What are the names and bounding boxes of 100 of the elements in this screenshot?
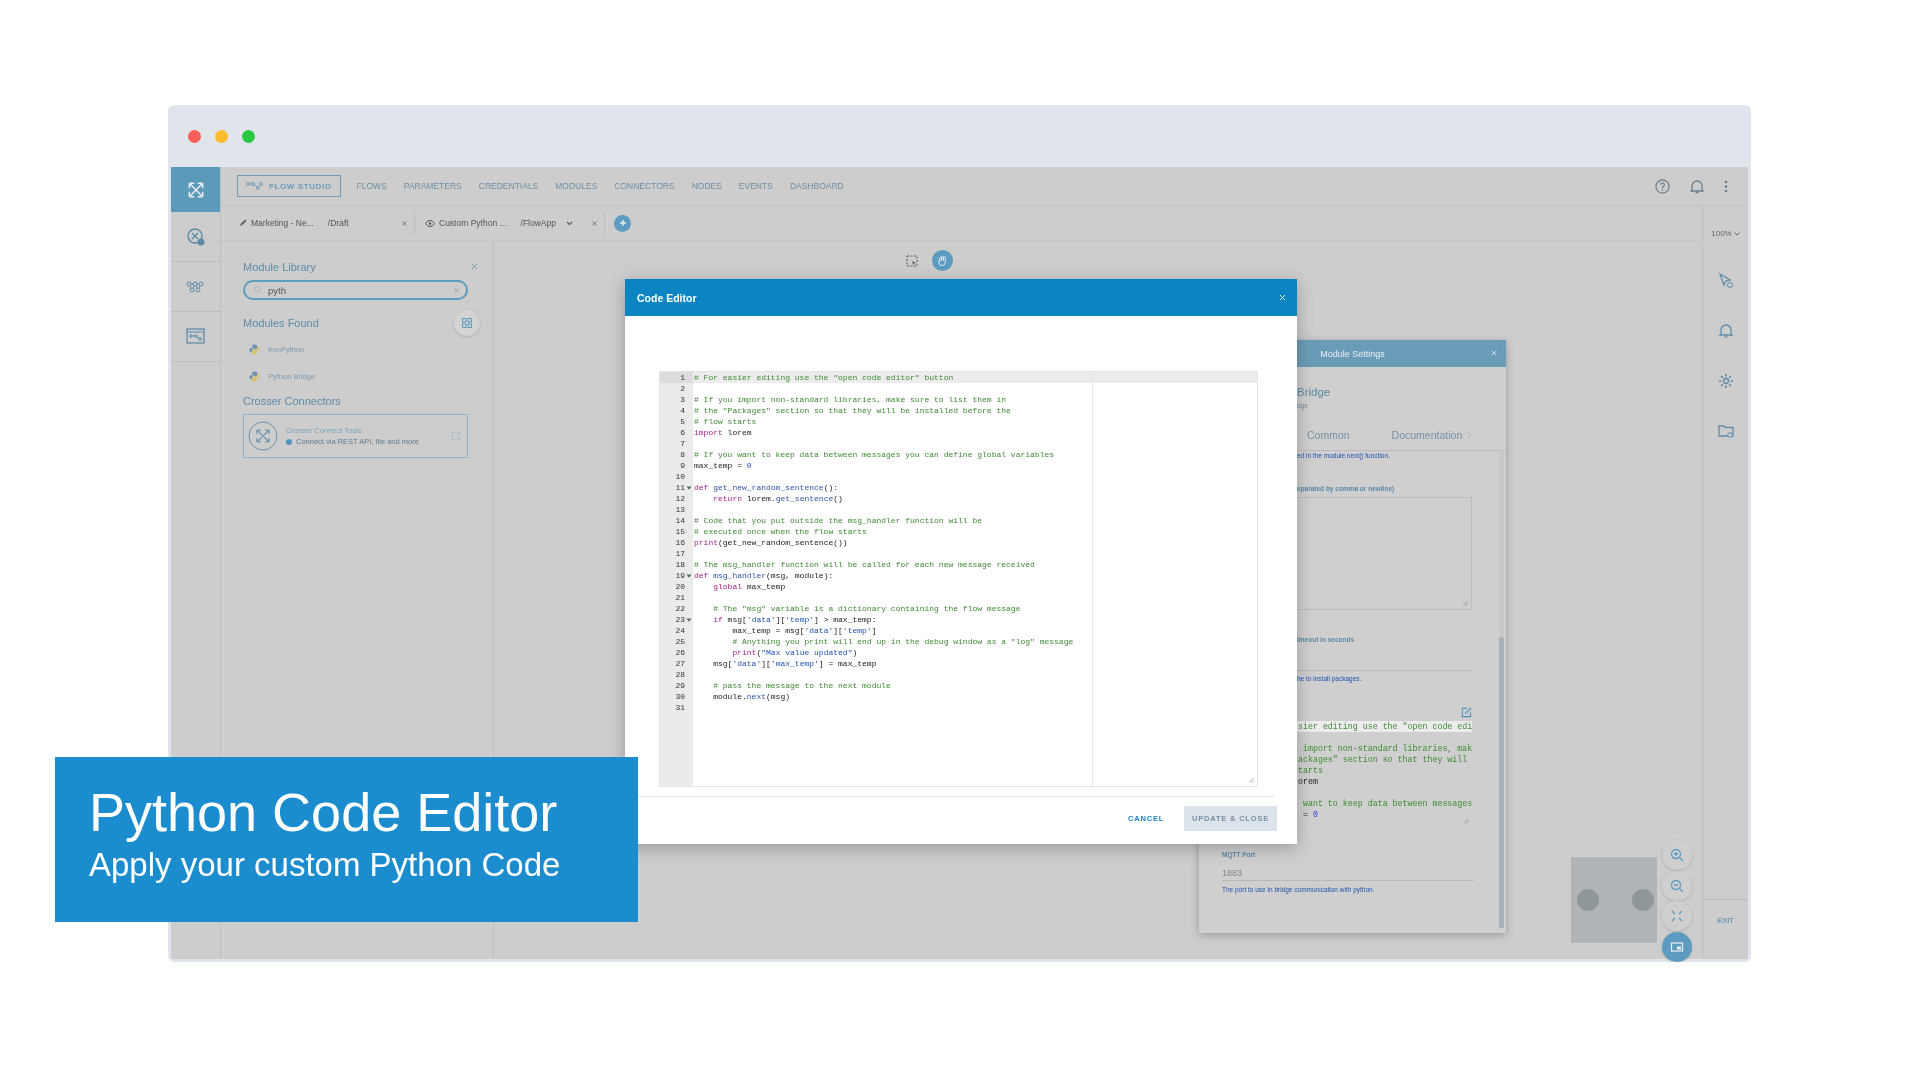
code-line: # the "Packages" section so that they will be installed before the	[693, 405, 1012, 416]
tab[interactable]: Common	[1307, 428, 1350, 441]
close-icon[interactable]	[591, 219, 598, 227]
line-number: 21	[675, 592, 685, 603]
code-field[interactable]: sier editing use the "open code edi import non-standard libraries, mak ackages" section so that they will tarts orem want to keep data between messages = 0	[1297, 721, 1472, 827]
line-number: 6	[680, 427, 685, 438]
code-line: # executed once when the flow starts	[693, 526, 868, 537]
line-number: 5	[680, 416, 685, 427]
nav-link[interactable]: PARAMETERS	[403, 181, 462, 191]
dialog-title: Code Editor	[637, 291, 697, 304]
close-icon[interactable]	[401, 219, 408, 227]
edit-icon[interactable]	[1461, 707, 1472, 718]
python-icon	[249, 344, 260, 355]
line-number: 29	[675, 680, 685, 691]
nav-link[interactable]: NODES	[691, 181, 722, 191]
fit-view-icon	[1670, 909, 1684, 923]
notifications-icon[interactable]	[1716, 322, 1735, 340]
line-number: 20	[675, 581, 685, 592]
pan-tool-button[interactable]	[932, 250, 953, 271]
resize-handle-icon[interactable]	[1248, 777, 1254, 783]
nav-link[interactable]: EVENTS	[738, 181, 773, 191]
plus-icon	[618, 219, 627, 227]
chevron-down-icon[interactable]	[566, 220, 573, 226]
minimap-toggle-button[interactable]	[1662, 932, 1692, 962]
code-line: ackages" section so that they will	[1297, 754, 1469, 765]
code-line: tarts	[1297, 765, 1324, 776]
nav-link[interactable]: FLOWS	[356, 181, 387, 191]
code-line: # pass the message to the next module	[712, 680, 892, 691]
zoom-level-dropdown[interactable]: 100%	[1711, 229, 1740, 238]
grid-view-button[interactable]	[454, 310, 480, 336]
grid-icon	[462, 318, 472, 328]
logo-button[interactable]	[171, 167, 220, 212]
fold-icon[interactable]	[686, 572, 692, 579]
flow-studio-button[interactable]: FLOW STUDIO	[237, 175, 341, 197]
selection-tool-icon[interactable]	[906, 255, 918, 267]
folder-settings-icon[interactable]	[1716, 422, 1735, 440]
fold-icon[interactable]	[686, 616, 692, 623]
nav-link[interactable]: CONNECTORS	[614, 181, 675, 191]
settings-icon[interactable]	[1716, 372, 1735, 390]
line-number: 1	[680, 372, 685, 383]
zoom-in-icon	[1670, 848, 1684, 862]
code-line: import non-standard libraries, mak	[1301, 743, 1472, 754]
line-number: 24	[675, 625, 685, 636]
line-number: 3	[680, 394, 685, 405]
line-number: 11	[675, 482, 685, 493]
line-number: 25	[675, 636, 685, 647]
line-number: 23	[675, 614, 685, 625]
search-field[interactable]: pyth	[243, 280, 468, 300]
code-line: import lorem	[693, 427, 753, 438]
code-line: global max_temp	[712, 581, 787, 592]
nav-link[interactable]: DASHBOARD	[789, 181, 844, 191]
help-icon[interactable]	[1655, 178, 1670, 194]
scroll-bar[interactable]	[1499, 637, 1504, 928]
fold-icon[interactable]	[686, 484, 692, 491]
banner-subtitle: Apply your custom Python Code	[89, 845, 562, 885]
code-line: # flow starts	[693, 416, 758, 427]
code-line: # If you want to keep data between messages you can define global variables	[693, 449, 1056, 460]
resize-handle-icon[interactable]	[1463, 818, 1469, 824]
chevron-right-icon	[1467, 430, 1473, 439]
notifications-icon[interactable]	[1690, 178, 1704, 194]
code-line: def msg_handler(msg, module):	[693, 570, 835, 581]
code-line: module.next(msg)	[712, 691, 792, 702]
tab[interactable]: Documentation	[1391, 428, 1473, 441]
port-field[interactable]: 1883	[1222, 866, 1474, 881]
close-icon[interactable]	[470, 262, 479, 271]
window-button-icon[interactable]	[215, 129, 228, 143]
banner-title: Python Code Editor	[89, 781, 559, 843]
zoom-out-button[interactable]	[1662, 871, 1692, 901]
board-icon[interactable]	[185, 326, 206, 347]
code-line: # The "msg" variable is a dictionary containing the flow message	[712, 603, 1022, 614]
clear-icon[interactable]	[453, 286, 460, 294]
section-title: Modules Found	[243, 317, 319, 329]
nav-link[interactable]: CREDENTIALS	[478, 181, 539, 191]
line-number: 4	[680, 405, 685, 416]
code-line: if msg['data']['temp'] > max_temp:	[712, 614, 878, 625]
python-icon	[249, 371, 260, 382]
flow-tab[interactable]: Marketing - Ne... /Draft	[231, 212, 415, 234]
pencil-icon	[239, 219, 247, 227]
search-icon	[253, 285, 263, 295]
fit-view-button[interactable]	[1662, 901, 1692, 931]
flow-tab[interactable]: Custom Python ... /FlowApp	[417, 212, 605, 234]
hand-icon	[937, 255, 948, 266]
code-area[interactable]	[659, 371, 1258, 787]
add-tab-button[interactable]	[614, 214, 631, 232]
zoom-in-button[interactable]	[1662, 840, 1692, 870]
resize-handle-icon[interactable]	[1462, 600, 1468, 606]
line-number: 7	[680, 438, 685, 449]
window-button-icon[interactable]	[188, 129, 201, 143]
code-line: = 0	[1301, 809, 1319, 820]
code-line: max_temp = 0	[693, 460, 753, 471]
line-number: 18	[675, 559, 685, 570]
line-number: 28	[675, 669, 685, 680]
status-dot-icon	[286, 438, 292, 445]
code-line: return lorem.get_sentence()	[712, 493, 844, 504]
nav-link[interactable]: MODULES	[555, 181, 598, 191]
more-options-icon[interactable]	[1724, 179, 1728, 193]
zoom-out-icon	[1670, 879, 1684, 893]
window-button-icon[interactable]	[242, 129, 255, 143]
external-link-icon[interactable]	[451, 431, 461, 441]
modules-icon[interactable]	[185, 226, 206, 247]
